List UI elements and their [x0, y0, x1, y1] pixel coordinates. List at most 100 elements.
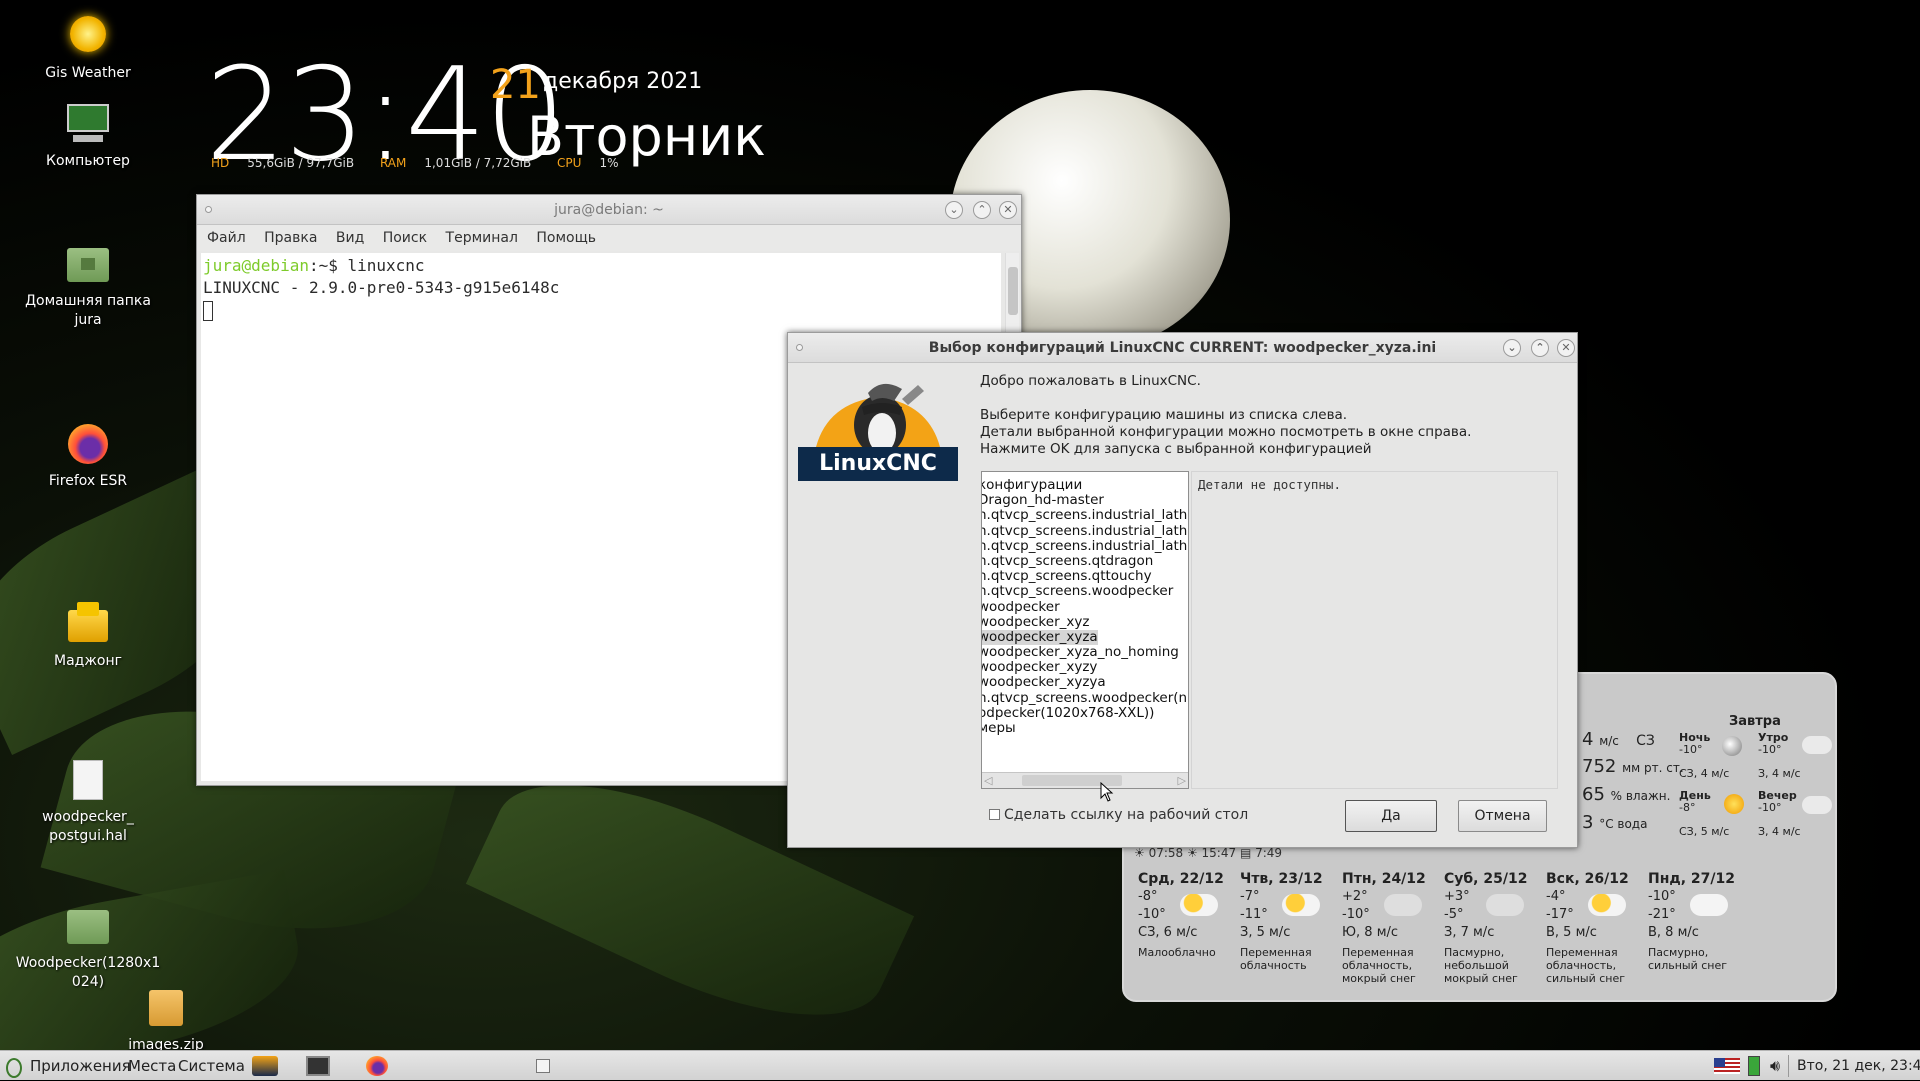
weather-sun-row: ☀ 07:58 ☀ 15:47 ▤ 7:49 [1134, 846, 1283, 860]
mahjong-icon [65, 602, 111, 648]
config-list-row[interactable]: n.qtvcp_screens.woodpecker [982, 580, 1188, 599]
horizontal-scrollbar[interactable]: ◁ ▷ [982, 772, 1188, 788]
terminal-titlebar[interactable]: jura@debian: ~ ⌄ ⌃ ✕ [197, 195, 1021, 225]
pressure-unit: мм рт. ст. [1622, 761, 1684, 775]
scrollbar-thumb[interactable] [1008, 267, 1018, 315]
desktop-shortcut-checkbox[interactable]: Сделать ссылку на рабочий стол [989, 807, 1248, 823]
home-folder-icon [65, 242, 111, 288]
linuxcnc-launcher-icon[interactable] [252, 1056, 278, 1076]
menu-terminal[interactable]: Терминал [446, 230, 518, 246]
config-list-row[interactable]: woodpecker_xyzya [982, 671, 1188, 690]
debian-menu-icon[interactable] [6, 1058, 22, 1078]
volume-icon[interactable]: 🔊︎ [1770, 1057, 1788, 1077]
terminal-launcher-icon[interactable] [306, 1056, 330, 1076]
us-flag-icon[interactable] [1714, 1058, 1740, 1074]
window-menu-icon[interactable] [796, 344, 803, 351]
sun-icon [1724, 794, 1744, 814]
ram-value: 1,01GiB / 7,72GiB [424, 156, 532, 170]
desktop-icon-computer[interactable]: Компьютер [13, 102, 163, 171]
prompt-command: :~$ linuxcnc [308, 256, 425, 275]
menu-edit[interactable]: Правка [264, 230, 317, 246]
instruction-line: Детали выбранной конфигурации можно посм… [980, 424, 1472, 440]
desktop-icon-gis-weather[interactable]: Gis Weather [13, 14, 163, 83]
tray-divider [1788, 1055, 1789, 1077]
config-list-row[interactable]: woodpecker_xyza_no_homing [982, 641, 1188, 660]
desktop-icon-images-zip[interactable]: images.zip [91, 986, 241, 1050]
forecast-desc: Переменная облачность [1240, 946, 1312, 972]
desktop-icon-hal-file[interactable]: woodpecker_ postgui.hal [13, 758, 163, 846]
period-wind: СЗ, 5 м/с [1679, 825, 1730, 838]
maximize-icon[interactable]: ⌃ [973, 201, 991, 219]
desktop-icon-home-folder[interactable]: Домашняя папка jura [13, 242, 163, 330]
scroll-left-icon[interactable]: ◁ [984, 773, 992, 788]
desktop-icon-woodpecker-folder[interactable]: Woodpecker(1280x1 024) [13, 904, 163, 992]
maximize-icon[interactable]: ⌃ [1531, 339, 1549, 357]
minimize-icon[interactable]: ⌄ [1503, 339, 1521, 357]
close-icon[interactable]: ✕ [999, 201, 1017, 219]
menu-search[interactable]: Поиск [383, 230, 427, 246]
applications-menu[interactable]: Приложения [30, 1051, 131, 1081]
config-list-item[interactable]: меры [982, 721, 1016, 736]
cpu-label: CPU [557, 156, 582, 170]
minimize-icon[interactable]: ⌄ [945, 201, 963, 219]
period-temp: -10° [1758, 743, 1782, 756]
period-wind: З, 4 м/с [1758, 767, 1801, 780]
no-data-icon [1486, 894, 1524, 916]
menu-help[interactable]: Помощь [536, 230, 596, 246]
clock-datetime[interactable]: Вто, 21 дек, 23:40 [1797, 1051, 1920, 1081]
config-details-pane: Детали не доступны. [1191, 471, 1558, 789]
firefox-launcher-icon[interactable] [366, 1056, 388, 1076]
battery-icon[interactable] [1748, 1056, 1760, 1076]
system-menu[interactable]: Система [178, 1051, 245, 1081]
config-list-row[interactable]: конфигурации [982, 474, 1188, 493]
forecast-day: Вск, 26/12 -4° -17° В, 5 м/с Переменная … [1546, 870, 1646, 985]
config-dialog[interactable]: Выбор конфигураций LinuxCNC CURRENT: woo… [787, 332, 1578, 848]
firefox-icon [65, 422, 111, 468]
period-morning: Утро -10° З, 4 м/с [1758, 732, 1801, 780]
forecast-wind: З, 7 м/с [1444, 925, 1495, 940]
linuxcnc-logo: LinuxCNC [798, 375, 958, 481]
desktop-icon-mahjong[interactable]: Маджонг [13, 602, 163, 671]
period-night: Ночь -10° СЗ, 4 м/с [1679, 732, 1729, 780]
forecast-day: Чтв, 23/12 -7° -11° З, 5 м/с Переменная … [1240, 870, 1340, 972]
file-icon [65, 758, 111, 804]
terminal-cursor [203, 300, 213, 321]
forecast-day: Срд, 22/12 -8° -10° СЗ, 6 м/с Малооблачн… [1138, 870, 1238, 959]
mouse-cursor-icon [1100, 782, 1114, 802]
desktop-icon-label: images.zip [128, 1037, 204, 1050]
dialog-titlebar[interactable]: Выбор конфигураций LinuxCNC CURRENT: woo… [788, 333, 1577, 363]
cancel-button[interactable]: Отмена [1458, 800, 1547, 832]
checkbox-box[interactable] [989, 809, 1000, 820]
desktop-icon-label: woodpecker_ postgui.hal [42, 809, 134, 844]
window-menu-icon[interactable] [205, 206, 212, 213]
config-list-row[interactable]: woodpecker_xyz [982, 611, 1188, 629]
scroll-right-icon[interactable]: ▷ [1178, 773, 1186, 788]
folder-icon [65, 904, 111, 950]
menu-file[interactable]: Файл [207, 230, 246, 246]
computer-icon [65, 102, 111, 148]
places-menu[interactable]: Места [128, 1051, 176, 1081]
dialog-title: Выбор конфигураций LinuxCNC CURRENT: woo… [928, 340, 1437, 356]
forecast-wind: Ю, 8 м/с [1342, 925, 1399, 940]
water-value: 3 [1582, 812, 1594, 833]
config-list-row[interactable]: n.qtvcp_screens.industrial_lath [982, 504, 1188, 523]
partly-cloudy-icon [1282, 894, 1320, 916]
menu-view[interactable]: Вид [336, 230, 364, 246]
desktop-icon-firefox[interactable]: Firefox ESR [13, 422, 163, 491]
forecast-date: Пнд, 27/12 [1648, 871, 1735, 887]
config-list-row[interactable]: n.qtvcp_screens.woodpecker(n [982, 687, 1188, 705]
config-list-row[interactable]: n.qtvcp_screens.industrial_lath [982, 520, 1188, 538]
config-list-row[interactable]: n.qtvcp_screens.qttouchy [982, 565, 1188, 584]
weather-wind: 4 м/с СЗ [1582, 729, 1655, 750]
cpu-value: 1% [599, 156, 619, 170]
config-list-row[interactable]: n.qtvcp_screens.industrial_lath [982, 535, 1188, 553]
config-tree-list[interactable]: конфигурации Dragon_hd-master n.qtvcp_scre… [981, 471, 1189, 789]
ok-button[interactable]: Да [1345, 800, 1437, 832]
close-icon[interactable]: ✕ [1557, 339, 1575, 357]
prompt-user: jura@debian [203, 256, 309, 275]
system-monitor: HD 55,6GiB / 97,7GiB RAM 1,01GiB / 7,72GiB… [211, 156, 640, 170]
config-list-row[interactable]: woodpecker_xyza [982, 626, 1188, 645]
terminal-output: LINUXCNC - 2.9.0-pre0-5343-g915e6148c [203, 278, 560, 297]
window-list-icon[interactable] [536, 1059, 550, 1073]
config-list-row[interactable]: Dragon_hd-master [982, 489, 1188, 508]
